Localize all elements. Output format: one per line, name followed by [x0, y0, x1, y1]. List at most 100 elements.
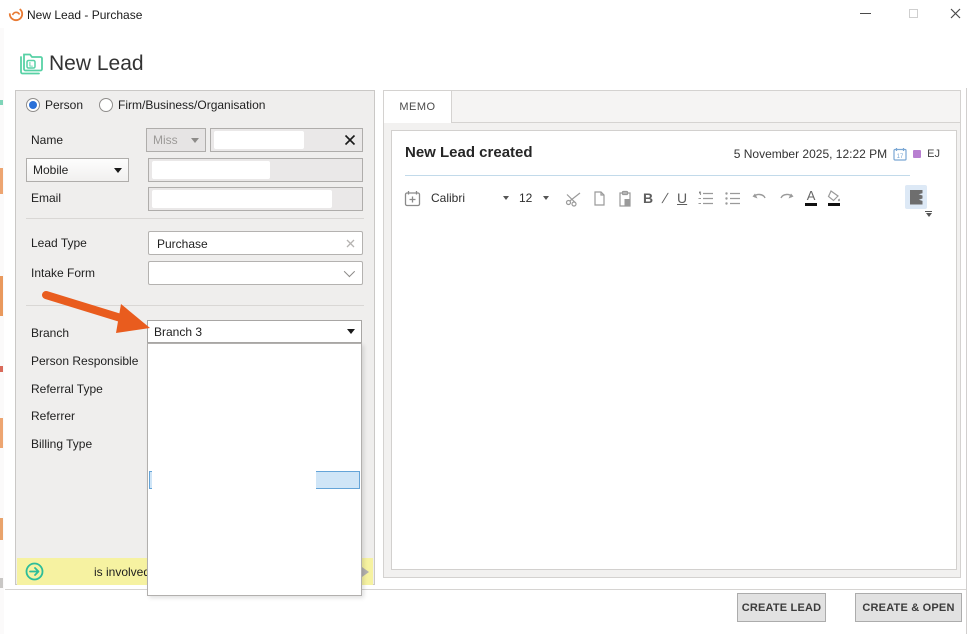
radio-firm[interactable]: Firm/Business/Organisation	[99, 98, 265, 112]
referrer-label: Referrer	[31, 409, 75, 423]
scissors-icon	[565, 190, 582, 207]
radio-unselected-icon	[99, 98, 113, 112]
close-button[interactable]	[938, 0, 972, 26]
lead-folder-icon: L	[19, 53, 45, 75]
entity-type-radio-group: Person Firm/Business/Organisation	[26, 98, 265, 112]
person-responsible-label: Person Responsible	[31, 354, 138, 368]
numbered-list-icon	[697, 191, 714, 206]
name-label: Name	[31, 133, 63, 147]
title-bar: New Lead - Purchase	[0, 0, 978, 28]
author-initials: EJ	[927, 148, 940, 160]
radio-selected-icon	[26, 98, 40, 112]
calendar-icon[interactable]: 17	[893, 147, 907, 161]
italic-icon: /	[662, 190, 668, 206]
bold-icon: B	[643, 190, 653, 206]
intake-form-select[interactable]	[148, 261, 363, 285]
radio-person[interactable]: Person	[26, 98, 83, 112]
highlight-color-button[interactable]	[827, 190, 841, 206]
numbered-list-button[interactable]	[697, 191, 714, 206]
chevron-down-icon	[114, 168, 122, 173]
memo-toolbar: Calibri 12	[404, 183, 841, 213]
close-icon	[950, 8, 961, 19]
tab-memo[interactable]: MEMO	[384, 91, 452, 123]
add-involved-icon[interactable]	[25, 562, 44, 581]
phone-type-select[interactable]: Mobile	[26, 158, 129, 182]
insert-date-icon[interactable]	[404, 190, 421, 207]
redacted-dropdown-items	[152, 467, 316, 493]
undo-icon	[751, 191, 768, 206]
name-title-select[interactable]: Miss	[146, 128, 206, 152]
maximize-button[interactable]	[896, 0, 930, 26]
memo-meta: 5 November 2025, 12:22 PM 17 EJ	[734, 147, 940, 161]
bullet-list-button[interactable]	[724, 191, 741, 206]
font-color-button[interactable]: A	[805, 190, 817, 206]
lead-type-value: Purchase	[157, 237, 208, 251]
bullet-list-icon	[724, 191, 741, 206]
copy-icon	[592, 190, 607, 207]
font-size-select[interactable]: 12	[519, 191, 549, 205]
clear-lead-type-icon[interactable]	[346, 239, 355, 248]
name-title-value: Miss	[153, 133, 178, 147]
expand-right-icon[interactable]	[362, 567, 369, 577]
branch-dropdown-list[interactable]	[147, 343, 362, 596]
font-name-value: Calibri	[431, 191, 497, 205]
font-color-swatch	[805, 203, 817, 206]
italic-button[interactable]: /	[662, 190, 668, 206]
cut-button[interactable]	[565, 190, 582, 207]
intake-form-label: Intake Form	[31, 266, 95, 280]
branch-label: Branch	[31, 326, 69, 340]
undo-button[interactable]	[751, 191, 768, 206]
create-lead-button[interactable]: CREATE LEAD	[737, 593, 826, 622]
chevron-down-icon	[347, 329, 355, 334]
branch-select[interactable]: Branch 3	[147, 320, 362, 343]
email-input[interactable]	[148, 187, 363, 211]
tab-memo-label: MEMO	[399, 101, 435, 113]
author-color-badge	[913, 150, 921, 158]
branch-value: Branch 3	[154, 325, 202, 339]
phone-input[interactable]	[148, 158, 363, 182]
bold-button[interactable]: B	[643, 190, 653, 206]
redo-button[interactable]	[778, 191, 795, 206]
paste-icon	[617, 190, 633, 207]
svg-text:17: 17	[897, 154, 904, 160]
smokeball-logo-icon	[8, 6, 24, 22]
copy-button[interactable]	[592, 190, 607, 207]
redacted-email-value	[152, 190, 332, 208]
chevron-down-icon	[344, 266, 355, 277]
paste-button[interactable]	[617, 190, 633, 207]
memo-title-underline	[405, 175, 910, 176]
memo-panel: MEMO New Lead created 5 November 2025, 1…	[383, 90, 961, 578]
alignment-icon	[910, 190, 923, 205]
font-name-select[interactable]: Calibri	[431, 191, 509, 205]
underline-button[interactable]: U	[677, 190, 687, 206]
billing-type-label: Billing Type	[31, 437, 92, 451]
memo-timestamp: 5 November 2025, 12:22 PM	[734, 147, 887, 161]
lead-type-field[interactable]: Purchase	[148, 231, 363, 255]
section-divider	[26, 305, 364, 306]
minimize-icon	[860, 13, 871, 14]
referral-type-label: Referral Type	[31, 382, 103, 396]
involved-bar-text: is involved	[94, 565, 150, 579]
clear-name-icon[interactable]	[344, 134, 356, 146]
minimize-button[interactable]	[848, 0, 882, 26]
underline-icon: U	[677, 190, 687, 206]
memo-tab-strip: MEMO	[384, 91, 960, 123]
radio-person-label: Person	[45, 98, 83, 112]
radio-firm-label: Firm/Business/Organisation	[118, 98, 265, 112]
page-title: New Lead	[49, 52, 144, 76]
chevron-down-icon	[503, 196, 509, 200]
name-input[interactable]	[210, 128, 363, 152]
section-divider	[26, 218, 364, 219]
paint-bucket-icon	[827, 190, 841, 202]
alignment-button-clipped[interactable]	[905, 185, 927, 209]
background-window-sliver	[0, 0, 4, 634]
redacted-phone-value	[152, 161, 270, 179]
create-and-open-button[interactable]: CREATE & OPEN	[855, 593, 962, 622]
memo-body-editor[interactable]	[393, 217, 955, 568]
font-color-icon: A	[807, 190, 816, 202]
redacted-name-value	[214, 131, 304, 149]
window-title: New Lead - Purchase	[27, 8, 142, 22]
phone-type-value: Mobile	[33, 163, 68, 177]
redo-icon	[778, 191, 795, 206]
lead-type-label: Lead Type	[31, 236, 87, 250]
